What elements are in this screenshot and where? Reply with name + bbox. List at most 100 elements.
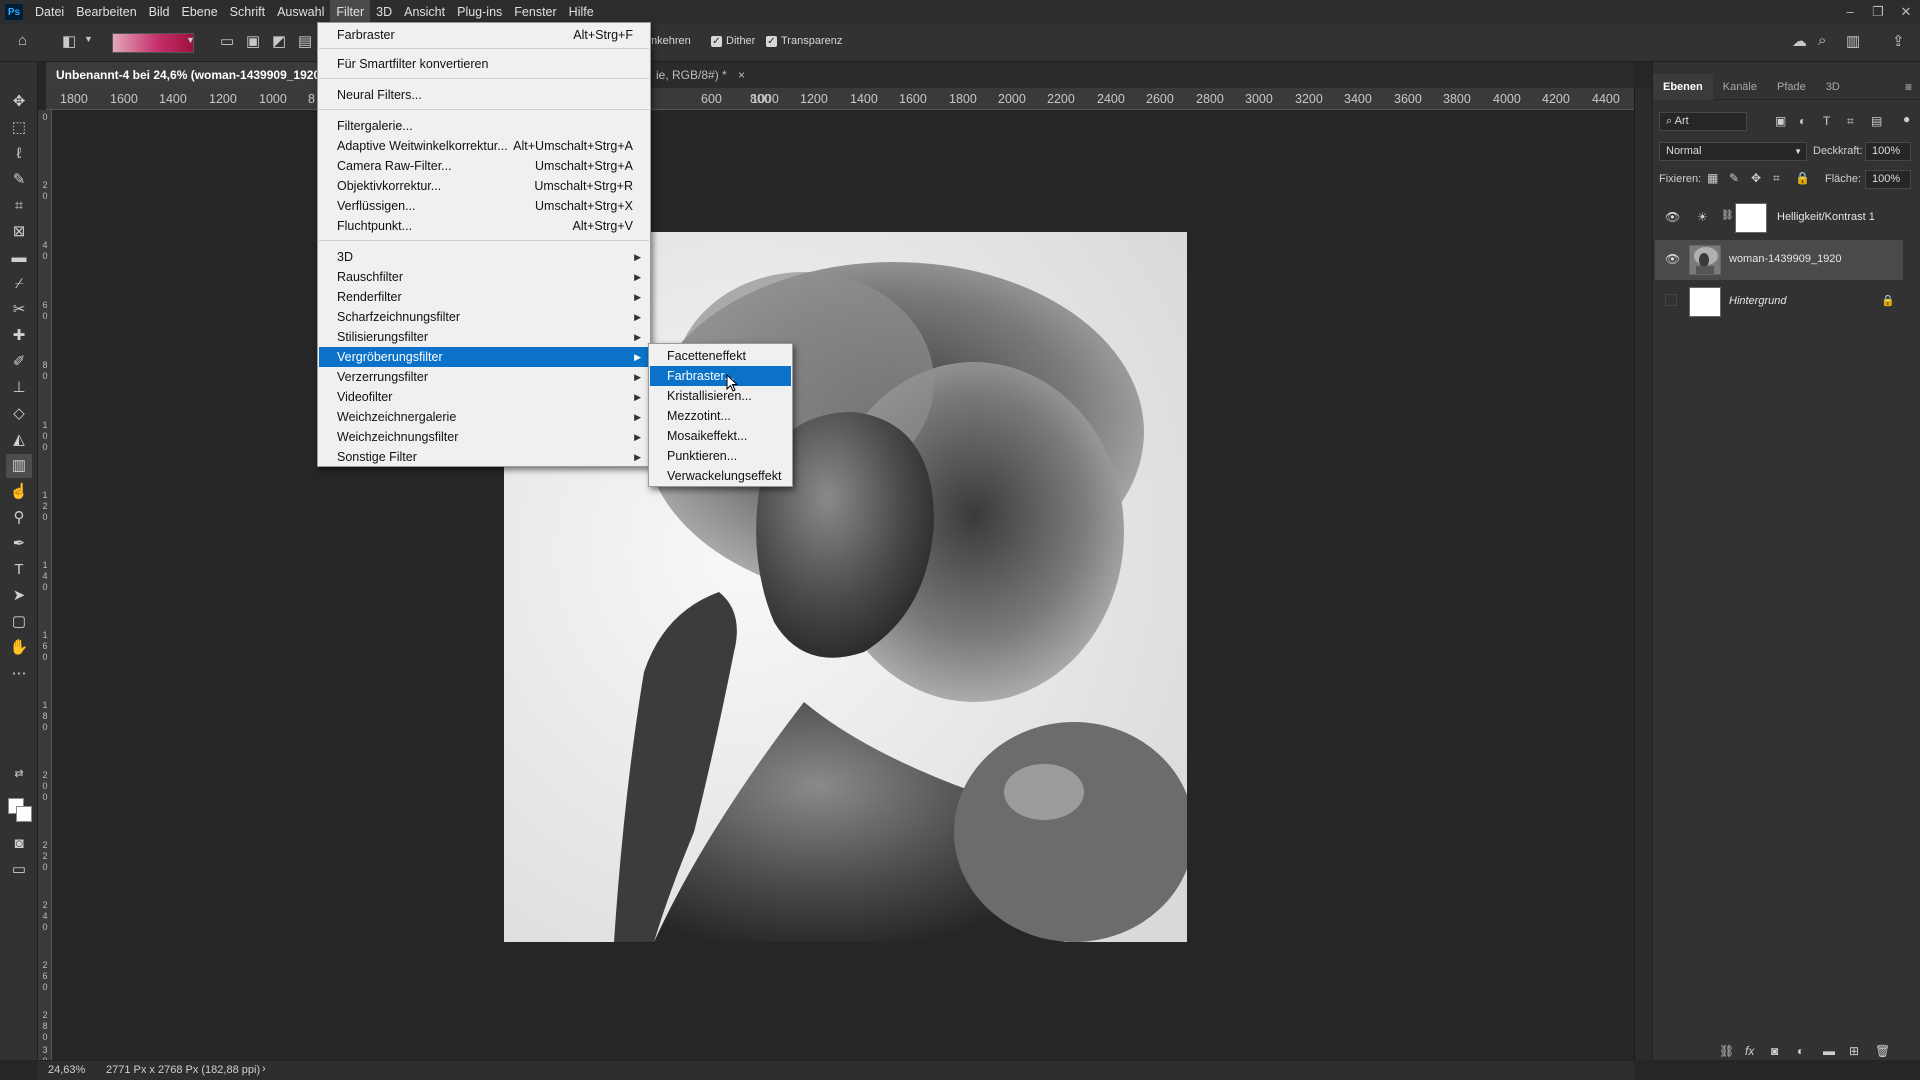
gradient-tool-preset-icon[interactable]: ◧	[62, 32, 76, 50]
shape-tool-icon[interactable]: ▢	[6, 610, 32, 634]
search-icon[interactable]: ⌕	[1818, 32, 1826, 49]
quick-mask-icon[interactable]: ◙	[6, 832, 32, 856]
tab-3d[interactable]: 3D	[1816, 74, 1850, 100]
shape-filter-icon[interactable]: ⌗	[1847, 114, 1854, 129]
menuitem-verzerrungsfilter[interactable]: Verzerrungsfilter ▶	[319, 367, 649, 387]
menu-auswahl[interactable]: Auswahl	[271, 0, 330, 24]
screen-mode-icon[interactable]: ▭	[6, 858, 32, 882]
status-arrow-icon[interactable]: ›	[262, 1063, 266, 1075]
scissors-tool-icon[interactable]: ✂	[6, 298, 32, 322]
chevron-down-icon[interactable]: ▼	[84, 34, 93, 44]
radial-gradient-icon[interactable]: ▣	[246, 32, 260, 50]
tab-document-1[interactable]: Unbenannt-4 bei 24,6% (woman-1439909_192…	[46, 62, 320, 88]
eraser-tool-icon[interactable]: ◇	[6, 402, 32, 426]
quick-select-tool-icon[interactable]: ✎	[6, 168, 32, 192]
menuitem-verfluessigen[interactable]: Verflüssigen... Umschalt+Strg+X	[319, 196, 649, 216]
move-tool-icon[interactable]: ✥	[6, 90, 32, 114]
menuitem-smartfilter[interactable]: Für Smartfilter konvertieren	[319, 54, 649, 74]
tab-document-2[interactable]: ie, RGB/8#) * ×	[646, 62, 786, 88]
smart-object-filter-icon[interactable]: ▤	[1871, 114, 1882, 128]
menuitem-weichzeichnergalerie[interactable]: Weichzeichnergalerie ▶	[319, 407, 649, 427]
cloud-account-icon[interactable]: ☁	[1792, 32, 1807, 50]
lock-all-icon[interactable]: 🔒	[1795, 171, 1810, 185]
swap-colors-icon[interactable]: ⇄	[6, 762, 32, 786]
transparenz-checkbox[interactable]: ✓ Transparenz	[766, 35, 842, 47]
share-icon[interactable]: ⇪	[1892, 32, 1905, 50]
adjustment-layer-icon[interactable]: ◐	[1797, 1044, 1804, 1058]
menuitem-scharfzeichnungsfilter[interactable]: Scharfzeichnungsfilter ▶	[319, 307, 649, 327]
eye-icon[interactable]: 👁	[1665, 210, 1680, 224]
type-filter-icon[interactable]: T	[1823, 114, 1830, 128]
adjustment-filter-icon[interactable]: ◐	[1799, 114, 1806, 128]
menuitem-sonstige-filter[interactable]: Sonstige Filter ▶	[319, 447, 649, 467]
menu-schrift[interactable]: Schrift	[224, 0, 271, 24]
dither-checkbox[interactable]: ✓ Dither	[711, 35, 755, 47]
gradient-swatch[interactable]	[112, 33, 194, 53]
healing-brush-tool-icon[interactable]: ✚	[6, 324, 32, 348]
blend-mode-select[interactable]: Normal ▼	[1659, 142, 1807, 161]
menu-filter[interactable]: Filter	[330, 0, 371, 24]
submenuitem-farbraster[interactable]: Farbraster...	[650, 366, 791, 386]
group-folder-icon[interactable]: ▬	[1823, 1044, 1835, 1058]
dodge-tool-icon[interactable]: ⚲	[6, 506, 32, 530]
menu-ansicht[interactable]: Ansicht	[398, 0, 451, 24]
workspace-icon[interactable]: ▥	[1846, 32, 1860, 50]
crop-tool-icon[interactable]: ⌗	[6, 194, 32, 218]
zoom-level[interactable]: 24,63%	[48, 1064, 85, 1076]
menu-bild[interactable]: Bild	[143, 0, 176, 24]
lock-icon[interactable]: 🔒	[1881, 294, 1895, 307]
brush-tool-icon[interactable]: ✐	[6, 350, 32, 374]
fx-icon[interactable]: fx	[1745, 1044, 1754, 1058]
layer-row[interactable]: 👁 ☀ ⛓ Helligkeit/Kontrast 1	[1655, 198, 1903, 238]
menu-fenster[interactable]: Fenster	[508, 0, 562, 24]
menuitem-stilisierungsfilter[interactable]: Stilisierungsfilter ▶	[319, 327, 649, 347]
path-select-tool-icon[interactable]: ➤	[6, 584, 32, 608]
close-window-button[interactable]: ✕	[1892, 0, 1920, 24]
home-icon[interactable]: ⌂	[18, 32, 27, 49]
gradient-tool-icon[interactable]: ▥	[6, 454, 32, 478]
panel-menu-icon[interactable]: ≡	[1905, 80, 1912, 94]
ruler-tool-icon[interactable]: ▬	[6, 246, 32, 270]
close-icon[interactable]: ×	[738, 68, 745, 82]
menuitem-rauschfilter[interactable]: Rauschfilter ▶	[319, 267, 649, 287]
marquee-tool-icon[interactable]: ⬚	[6, 116, 32, 140]
reflected-gradient-icon[interactable]: ▤	[298, 32, 312, 50]
layer-row[interactable]: Hintergrund 🔒	[1655, 282, 1903, 322]
link-layers-icon[interactable]: ⛓	[1719, 1044, 1734, 1058]
submenuitem-kristallisieren[interactable]: Kristallisieren...	[650, 386, 791, 406]
menuitem-farbraster-last[interactable]: Farbraster Alt+Strg+F	[319, 25, 649, 45]
menu-bearbeiten[interactable]: Bearbeiten	[70, 0, 142, 24]
submenuitem-verwackelungseffekt[interactable]: Verwackelungseffekt	[650, 466, 791, 486]
layer-row[interactable]: 👁 woman-1439909_1920	[1655, 240, 1903, 280]
eye-icon[interactable]: 👁	[1665, 252, 1680, 266]
menu-plugins[interactable]: Plug-ins	[451, 0, 508, 24]
menu-datei[interactable]: Datei	[29, 0, 70, 24]
menuitem-filtergalerie[interactable]: Filtergalerie...	[319, 116, 649, 136]
visibility-toggle[interactable]	[1665, 294, 1677, 306]
menu-ebene[interactable]: Ebene	[176, 0, 224, 24]
hand-tool-icon[interactable]: ✋	[6, 636, 32, 660]
submenuitem-mosaikeffekt[interactable]: Mosaikeffekt...	[650, 426, 791, 446]
menuitem-3d[interactable]: 3D ▶	[319, 247, 649, 267]
fill-input[interactable]: 100%	[1865, 170, 1911, 189]
tab-kanaele[interactable]: Kanäle	[1713, 74, 1767, 100]
menuitem-weichzeichnungsfilter[interactable]: Weichzeichnungsfilter ▶	[319, 427, 649, 447]
menuitem-renderfilter[interactable]: Renderfilter ▶	[319, 287, 649, 307]
lasso-tool-icon[interactable]: ℓ	[6, 142, 32, 166]
angle-gradient-icon[interactable]: ◩	[272, 32, 286, 50]
lock-position-icon[interactable]: ✥	[1751, 171, 1761, 185]
pixel-layer-filter-icon[interactable]: ▣	[1775, 114, 1786, 128]
more-tools-icon[interactable]: ⋯	[6, 662, 32, 686]
minimize-button[interactable]: –	[1836, 0, 1864, 24]
submenuitem-mezzotint[interactable]: Mezzotint...	[650, 406, 791, 426]
type-tool-icon[interactable]: T	[6, 558, 32, 582]
submenuitem-facetteneffekt[interactable]: Facetteneffekt	[650, 346, 791, 366]
restore-button[interactable]: ❐	[1864, 0, 1892, 24]
background-color-swatch[interactable]	[16, 806, 32, 822]
paint-bucket-tool-icon[interactable]: ◭	[6, 428, 32, 452]
pen-tool-icon[interactable]: ✒	[6, 532, 32, 556]
frame-tool-icon[interactable]: ⊠	[6, 220, 32, 244]
clone-stamp-tool-icon[interactable]: ⊥	[6, 376, 32, 400]
menu-hilfe[interactable]: Hilfe	[563, 0, 600, 24]
add-mask-icon[interactable]: ◙	[1771, 1044, 1778, 1058]
